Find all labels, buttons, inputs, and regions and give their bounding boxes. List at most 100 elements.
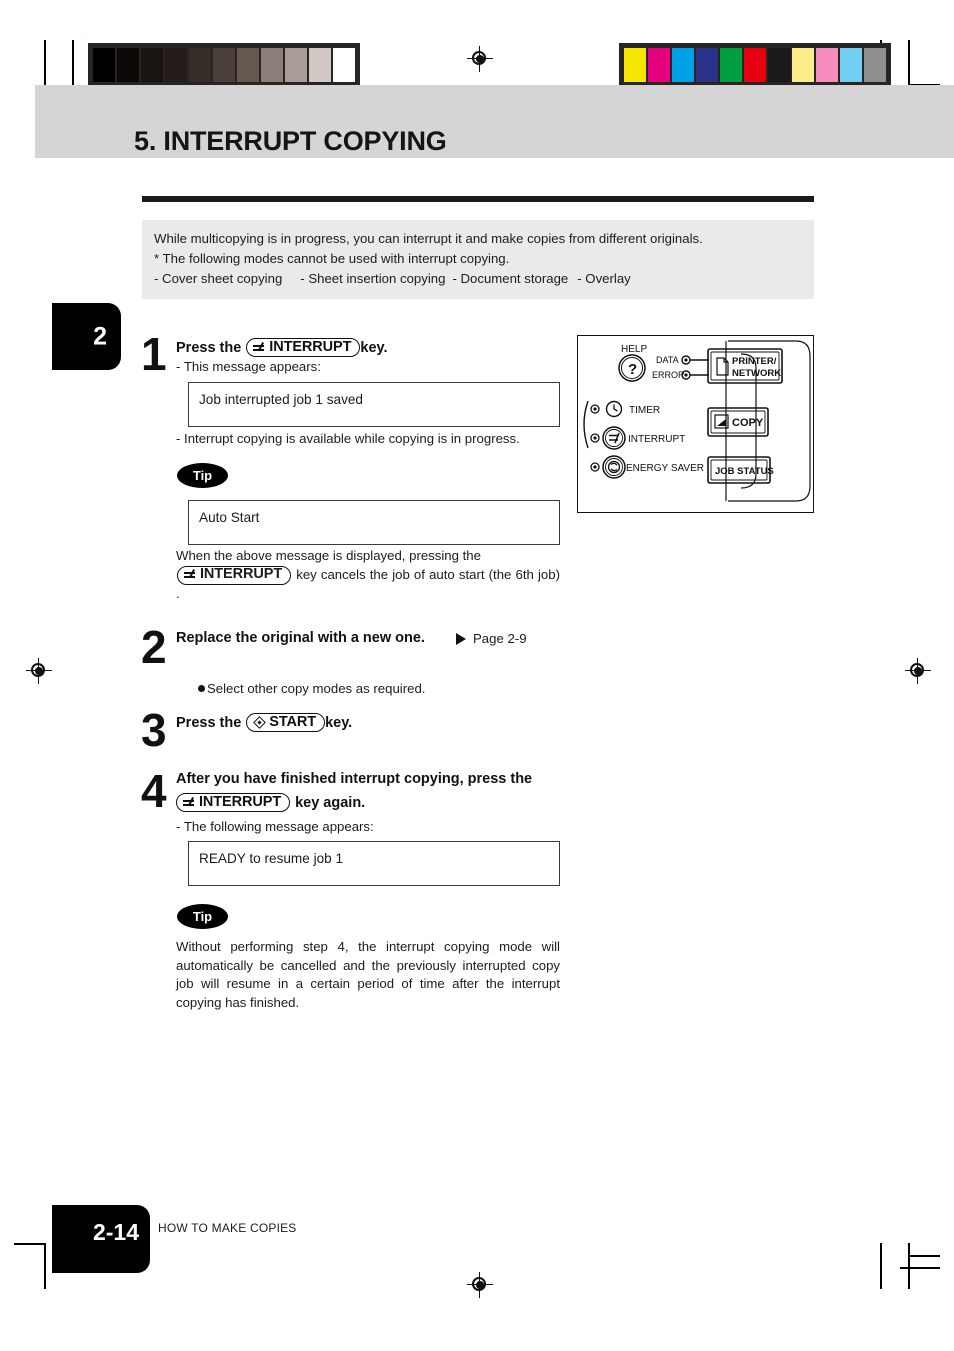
interrupt-key-icon	[183, 796, 196, 809]
crop-mark-bottom-right-vertical-2	[908, 1243, 910, 1289]
page-title: 5. INTERRUPT COPYING	[134, 126, 447, 156]
calibration-swatch-3	[696, 48, 718, 82]
crop-mark-bottom-right-horizontal-2	[900, 1267, 940, 1269]
step-1-tip-paragraph: When the above message is displayed, pre…	[176, 547, 560, 603]
tip-badge-1: Tip	[177, 463, 228, 488]
step-1-message-text: Job interrupted job 1 saved	[199, 392, 363, 407]
interrupt-key-label-inline: INTERRUPT	[200, 566, 283, 583]
interrupt-key-label-step4: INTERRUPT	[199, 793, 282, 810]
calibration-swatch-7	[792, 48, 814, 82]
calibration-swatch-2	[672, 48, 694, 82]
crop-mark-bottom-right-horizontal	[908, 1255, 940, 1257]
step-2-page-reference: Page 2-9	[456, 631, 527, 646]
chapter-tab-number: 2	[93, 322, 107, 350]
step-4-message-box: READY to resume job 1	[188, 841, 560, 886]
calibration-swatch-4	[189, 48, 211, 82]
interrupt-key-icon	[184, 568, 197, 581]
panel-energy-saver-label: ENERGY SAVER	[626, 463, 704, 474]
calibration-swatch-0	[624, 48, 646, 82]
step-2-title: Replace the original with a new one.	[176, 630, 425, 646]
step-1-sub-1: - This message appears:	[176, 359, 321, 374]
footer-page-tab: 2-14	[52, 1205, 150, 1273]
crop-mark-top-right-vertical-2	[908, 40, 910, 86]
printer-network-label-2: NETWORK	[732, 368, 781, 379]
printer-network-label-1: PRINTER/	[732, 356, 777, 367]
calibration-swatch-5	[213, 48, 235, 82]
calibration-swatch-6	[237, 48, 259, 82]
calibration-swatch-1	[648, 48, 670, 82]
calibration-swatch-6	[768, 48, 790, 82]
calibration-swatch-8	[816, 48, 838, 82]
start-key-label: START	[269, 713, 317, 730]
start-key-button[interactable]: START	[246, 713, 326, 732]
color-calibration-bar	[619, 43, 891, 87]
crop-mark-bottom-left-vertical	[44, 1243, 46, 1289]
calibration-swatch-2	[141, 48, 163, 82]
step-4-title-suffix: key again.	[295, 794, 366, 811]
calibration-swatch-9	[840, 48, 862, 82]
intro-mode-1: - Cover sheet copying	[154, 271, 283, 286]
copy-label: COPY	[732, 417, 764, 429]
calibration-swatch-3	[165, 48, 187, 82]
intro-note-box: While multicopying is in progress, you c…	[142, 220, 814, 299]
step-3-title-prefix: Press the	[176, 714, 242, 731]
energy-saver-panel-button	[602, 455, 626, 479]
calibration-swatch-10	[333, 48, 355, 82]
chapter-tab-marker: 2	[52, 303, 121, 370]
step-1-title-suffix: key.	[360, 339, 388, 356]
step-4-tip-paragraph: Without performing step 4, the interrupt…	[176, 939, 560, 1010]
step-4-title-line-1: After you have finished interrupt copyin…	[176, 771, 533, 787]
registration-mark-right-middle	[905, 658, 931, 684]
step-3-number: 3	[141, 704, 167, 756]
job-status-label: JOB STATUS	[715, 466, 774, 477]
calibration-swatch-0	[93, 48, 115, 82]
registration-mark-top-center	[467, 46, 493, 72]
registration-mark-bottom-center	[467, 1272, 493, 1298]
energy-saver-icon	[607, 460, 621, 474]
help-question-icon: ?	[628, 361, 637, 378]
interrupt-key-button[interactable]: INTERRUPT	[246, 338, 361, 357]
calibration-swatch-7	[261, 48, 283, 82]
panel-timer-label: TIMER	[629, 405, 660, 416]
calibration-swatch-4	[720, 48, 742, 82]
arrow-right-icon	[456, 632, 466, 645]
step-1-number: 1	[141, 328, 167, 380]
intro-mode-2: - Sheet insertion copying	[300, 271, 446, 286]
intro-modes-line: - Cover sheet copying - Sheet insertion c…	[154, 270, 802, 287]
step-2-number: 2	[141, 621, 167, 673]
panel-interrupt-label: INTERRUPT	[628, 434, 685, 445]
calibration-swatch-9	[309, 48, 331, 82]
step-1-message-box: Job interrupted job 1 saved	[188, 382, 560, 427]
crop-mark-top-left-vertical	[44, 40, 46, 86]
step-1-sub-2: - Interrupt copying is available while c…	[176, 431, 520, 446]
step-2-bullet-label: Select other copy modes as required.	[207, 681, 426, 696]
footer-section-label: HOW TO MAKE COPIES	[158, 1221, 297, 1235]
step-4-number: 4	[141, 765, 167, 817]
step-1-title-prefix: Press the	[176, 339, 242, 356]
start-key-icon	[253, 716, 266, 729]
calibration-swatch-10	[864, 48, 886, 82]
intro-line-1: While multicopying is in progress, you c…	[154, 231, 703, 246]
step-4-sub-1: - The following message appears:	[176, 819, 374, 834]
registration-mark-left-middle	[26, 658, 52, 684]
step-2-page-reference-label: Page 2-9	[473, 631, 527, 646]
step-3-title-suffix: key.	[325, 714, 353, 731]
calibration-swatch-8	[285, 48, 307, 82]
intro-mode-4: - Overlay	[577, 271, 631, 286]
crop-mark-bottom-right-vertical	[880, 1243, 882, 1289]
panel-error-label: ERROR	[652, 370, 685, 380]
panel-data-label: DATA	[656, 355, 679, 365]
control-panel-svg: HELP ? DATA ERROR PRINTER/ NETWORK TIMER	[583, 340, 811, 502]
interrupt-key-label: INTERRUPT	[269, 338, 352, 355]
step-1-autostart-text: Auto Start	[199, 510, 260, 525]
interrupt-panel-button	[602, 426, 626, 450]
footer-page-number: 2-14	[92, 1219, 139, 1245]
calibration-swatch-1	[117, 48, 139, 82]
step-1-title: Press the INTERRUPT key.	[176, 338, 388, 357]
crop-mark-bottom-left-horizontal	[14, 1243, 46, 1245]
interrupt-key-button-inline[interactable]: INTERRUPT	[177, 565, 292, 585]
control-panel-illustration: HELP ? DATA ERROR PRINTER/ NETWORK TIMER	[577, 335, 814, 513]
interrupt-key-button-step4[interactable]: INTERRUPT	[176, 793, 291, 812]
interrupt-key-icon	[253, 341, 266, 354]
bullet-dot-icon	[198, 685, 205, 692]
